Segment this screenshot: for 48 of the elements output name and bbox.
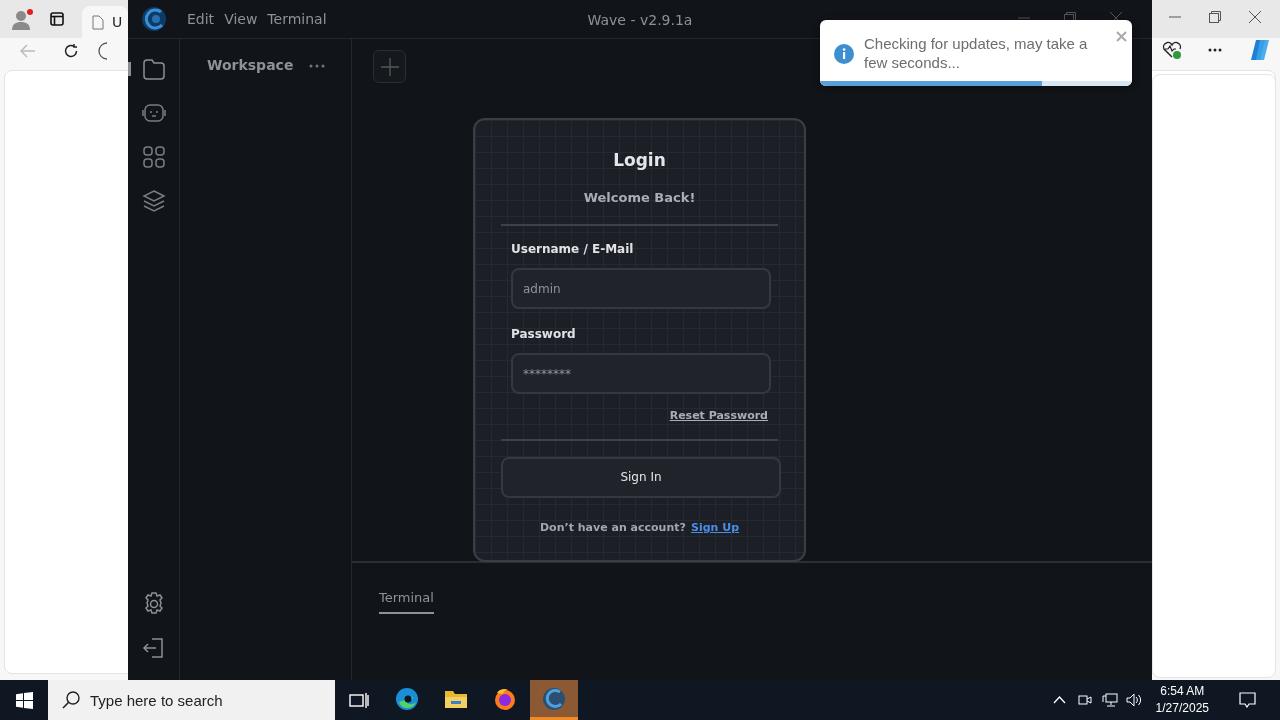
sidebar-title: Workspace xyxy=(207,56,294,75)
field-label: Username / E-Mail xyxy=(511,241,635,258)
camera-icon[interactable] xyxy=(1077,693,1092,707)
toast-message: Checking for updates, may take a few seconds... xyxy=(864,34,1089,72)
document-icon xyxy=(92,14,104,30)
layers-icon xyxy=(140,188,167,214)
more-icon[interactable] xyxy=(1208,48,1222,52)
copilot-icon[interactable] xyxy=(1248,39,1272,61)
menu-item[interactable]: Terminal xyxy=(267,8,327,30)
network-icon[interactable] xyxy=(1101,693,1118,707)
volume-icon[interactable] xyxy=(1125,693,1142,707)
field-label: Password xyxy=(511,326,577,343)
window-title: Wave - v2.9.1a xyxy=(587,11,693,30)
reload-icon[interactable] xyxy=(63,43,79,59)
health-icon[interactable] xyxy=(1162,41,1182,59)
reset-password-link[interactable]: Reset Password xyxy=(669,408,768,425)
plus-icon xyxy=(380,57,399,76)
close-icon[interactable] xyxy=(1249,11,1261,23)
username-field[interactable]: admin xyxy=(511,268,771,309)
logo-icon xyxy=(141,6,167,32)
login-title: Login xyxy=(612,149,667,172)
start-icon[interactable] xyxy=(16,691,33,709)
notification-icon[interactable] xyxy=(1239,692,1256,708)
menu-item[interactable]: View xyxy=(224,8,258,30)
firefox-icon xyxy=(493,686,517,711)
password-field[interactable]: ******** xyxy=(511,353,771,394)
profile-icon[interactable] xyxy=(10,8,34,30)
restore-icon[interactable] xyxy=(1209,11,1221,23)
signup-prompt: Don’t have an account? xyxy=(539,520,686,534)
browser-tab[interactable]: U xyxy=(82,6,128,38)
tab-title: U xyxy=(112,12,123,32)
apps-icon xyxy=(140,144,167,170)
info-icon xyxy=(834,44,854,64)
task-view-icon[interactable] xyxy=(349,691,369,709)
terminal-tab[interactable]: Terminal xyxy=(379,588,434,614)
edge-icon xyxy=(395,686,419,711)
menu-item[interactable]: Edit xyxy=(187,8,215,30)
sign-in-button[interactable]: Sign In xyxy=(501,456,781,498)
clock-time[interactable]: 6:54 AM xyxy=(1155,683,1209,700)
clock-date[interactable]: 1/27/2025 xyxy=(1155,700,1209,717)
welcome-subtitle: Welcome Back! xyxy=(582,188,697,207)
search-field[interactable]: Type here to search xyxy=(48,680,335,720)
tab-actions-icon[interactable] xyxy=(50,12,64,26)
folder-icon xyxy=(444,688,468,709)
wave-logo-icon xyxy=(542,686,566,711)
chevron-up-icon[interactable] xyxy=(1052,696,1066,704)
sign-up-link[interactable]: Sign Up xyxy=(690,520,739,534)
folder-icon xyxy=(140,56,167,82)
